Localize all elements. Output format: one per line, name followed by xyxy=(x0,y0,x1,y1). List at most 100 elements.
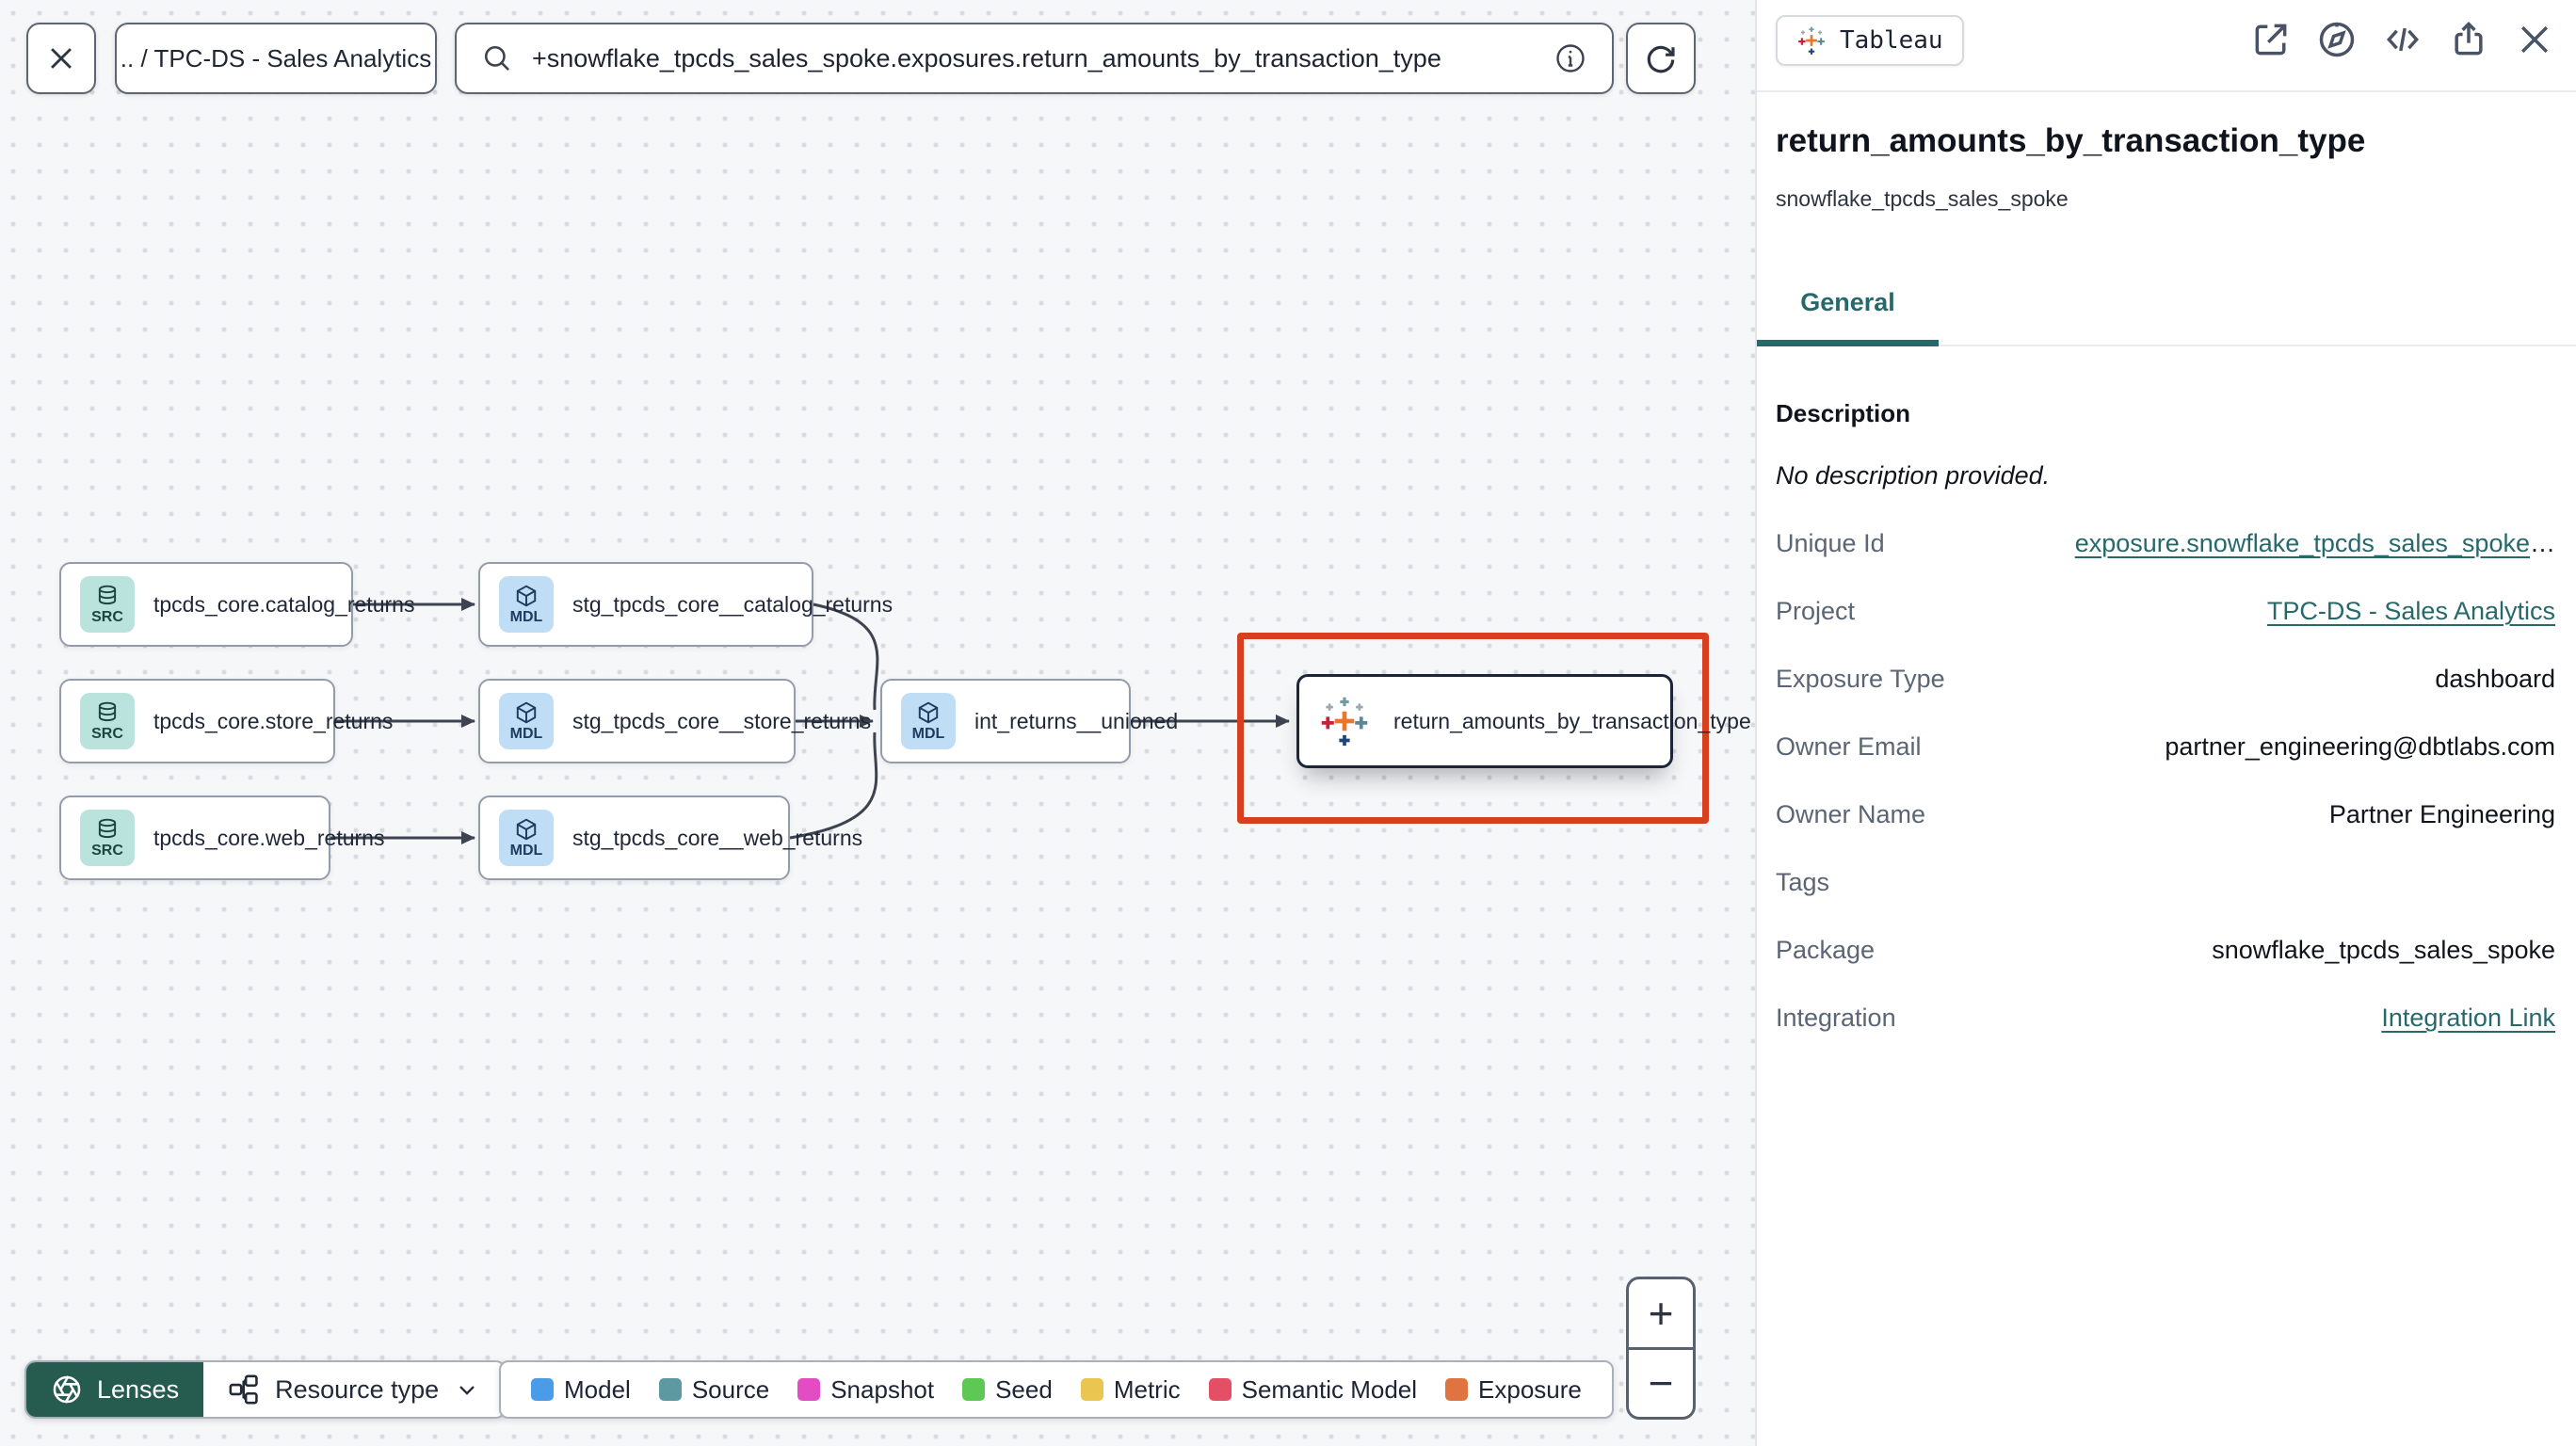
lenses-toolbar: Lenses Resource type xyxy=(24,1360,507,1419)
exposure-type-value: dashboard xyxy=(2435,665,2555,693)
field-row-integration: Integration Integration Link xyxy=(1776,1004,2555,1071)
tab-general[interactable]: General xyxy=(1757,288,1939,317)
badge-label: MDL xyxy=(509,726,543,742)
field-label: Project xyxy=(1776,597,1856,625)
details-panel: Tableau return_amounts_by_transaction_ty… xyxy=(1755,0,2576,1446)
cube-icon xyxy=(514,584,539,608)
legend-item-snapshot: Snapshot xyxy=(797,1375,934,1405)
database-icon xyxy=(95,584,120,608)
tableau-logo-icon xyxy=(1318,695,1371,747)
node-label: tpcds_core.catalog_returns xyxy=(153,591,415,617)
close-lineage-button[interactable] xyxy=(26,23,96,94)
integration-badge-tableau[interactable]: Tableau xyxy=(1776,15,1964,66)
legend-item-metric: Metric xyxy=(1080,1375,1181,1405)
legend-swatch xyxy=(1080,1378,1103,1401)
badge-label: SRC xyxy=(91,843,123,859)
legend-swatch xyxy=(531,1378,554,1401)
graph-node-src-catalog-returns[interactable]: SRC tpcds_core.catalog_returns xyxy=(59,562,414,647)
share-icon[interactable] xyxy=(2448,19,2489,60)
legend-item-seed: Seed xyxy=(962,1375,1053,1405)
field-row-package: Package snowflake_tpcds_sales_spoke xyxy=(1776,936,2555,1004)
panel-action-icons xyxy=(2250,19,2555,60)
graph-node-stg-catalog-returns[interactable]: MDL stg_tpcds_core__catalog_returns xyxy=(478,562,893,647)
database-icon xyxy=(95,700,120,725)
integration-badge-label: Tableau xyxy=(1840,26,1943,55)
model-badge: MDL xyxy=(499,693,554,749)
field-label: Owner Name xyxy=(1776,800,1926,828)
field-label: Integration xyxy=(1776,1004,1896,1032)
resource-type-legend: Model Source Snapshot Seed Metric Semant… xyxy=(499,1360,1614,1419)
zoom-in-button[interactable]: + xyxy=(1629,1279,1693,1347)
description-empty-text: No description provided. xyxy=(1776,461,2051,490)
badge-label: MDL xyxy=(509,609,543,625)
lineage-search-input[interactable]: +snowflake_tpcds_sales_spoke.exposures.r… xyxy=(455,23,1614,94)
source-badge: SRC xyxy=(80,810,135,866)
field-row-exposure-type: Exposure Type dashboard xyxy=(1776,665,2555,732)
node-label: stg_tpcds_core__web_returns xyxy=(572,825,863,850)
resource-type-dropdown[interactable]: Resource type xyxy=(203,1362,506,1417)
details-field-list: Unique Id exposure.snowflake_tpcds_sales… xyxy=(1776,529,2555,1071)
field-label: Package xyxy=(1776,936,1876,964)
open-in-new-icon[interactable] xyxy=(2250,19,2292,60)
cube-icon xyxy=(514,700,539,725)
node-label: return_amounts_by_transaction_type xyxy=(1393,708,1751,733)
node-label: tpcds_core.web_returns xyxy=(153,825,385,850)
badge-label: SRC xyxy=(91,726,123,742)
field-label: Tags xyxy=(1776,868,1830,896)
field-label: Exposure Type xyxy=(1776,665,1945,693)
breadcrumb[interactable]: .. / TPC-DS - Sales Analytics xyxy=(115,23,437,94)
close-panel-icon[interactable] xyxy=(2514,19,2555,60)
resource-package-subtitle: snowflake_tpcds_sales_spoke xyxy=(1776,186,2069,211)
lenses-label: Lenses xyxy=(97,1374,180,1404)
legend-swatch xyxy=(658,1378,682,1401)
field-row-tags: Tags xyxy=(1776,868,2555,936)
field-row-unique-id: Unique Id exposure.snowflake_tpcds_sales… xyxy=(1776,529,2555,597)
field-row-owner-email: Owner Email partner_engineering@dbtlabs.… xyxy=(1776,732,2555,800)
database-icon xyxy=(95,817,120,842)
node-label: int_returns__unioned xyxy=(974,708,1179,733)
graph-node-src-store-returns[interactable]: SRC tpcds_core.store_returns xyxy=(59,679,393,763)
integration-link[interactable]: Integration Link xyxy=(2381,1004,2555,1032)
unique-id-value: exposure.snowflake_tpcds_sales_spoke… xyxy=(2074,529,2555,557)
lineage-canvas[interactable]: SRC tpcds_core.catalog_returns MDL stg_t… xyxy=(0,0,1755,1446)
lenses-button[interactable]: Lenses xyxy=(26,1362,204,1417)
search-value: +snowflake_tpcds_sales_spoke.exposures.r… xyxy=(532,43,1441,72)
source-badge: SRC xyxy=(80,576,135,633)
explore-compass-icon[interactable] xyxy=(2316,19,2358,60)
field-row-owner-name: Owner Name Partner Engineering xyxy=(1776,800,2555,868)
badge-label: SRC xyxy=(91,609,123,625)
owner-name-value: Partner Engineering xyxy=(2328,800,2555,828)
cube-icon xyxy=(916,700,941,725)
legend-item-exposure: Exposure xyxy=(1445,1375,1582,1405)
refresh-icon xyxy=(1643,40,1679,76)
info-icon[interactable] xyxy=(1554,41,1587,75)
chevron-down-icon xyxy=(454,1376,480,1403)
graph-node-exposure-return-amounts[interactable]: return_amounts_by_transaction_type xyxy=(1296,674,1751,768)
legend-swatch xyxy=(962,1378,986,1401)
graph-node-stg-store-returns[interactable]: MDL stg_tpcds_core__store_returns xyxy=(478,679,871,763)
node-label: stg_tpcds_core__catalog_returns xyxy=(572,591,894,617)
graph-node-int-returns-unioned[interactable]: MDL int_returns__unioned xyxy=(880,679,1178,763)
breadcrumb-label: .. / TPC-DS - Sales Analytics xyxy=(120,43,432,72)
close-icon xyxy=(45,42,77,74)
package-value: snowflake_tpcds_sales_spoke xyxy=(2212,936,2555,964)
legend-swatch xyxy=(1208,1378,1232,1401)
description-heading: Description xyxy=(1776,399,1911,427)
unique-id-link[interactable]: exposure.snowflake_tpcds_sales_spoke xyxy=(2075,529,2530,557)
field-label: Owner Email xyxy=(1776,732,1922,761)
project-link[interactable]: TPC-DS - Sales Analytics xyxy=(2267,597,2555,625)
refresh-lineage-button[interactable] xyxy=(1626,23,1696,94)
legend-item-source: Source xyxy=(658,1375,769,1405)
resource-type-label: Resource type xyxy=(275,1374,440,1404)
panel-header-divider xyxy=(1757,90,2576,92)
search-icon xyxy=(481,42,513,74)
graph-node-src-web-returns[interactable]: SRC tpcds_core.web_returns xyxy=(59,795,384,880)
model-badge: MDL xyxy=(499,810,554,866)
zoom-controls: + − xyxy=(1626,1277,1696,1420)
resource-title: return_amounts_by_transaction_type xyxy=(1776,122,2366,159)
zoom-out-button[interactable]: − xyxy=(1629,1346,1693,1418)
model-badge: MDL xyxy=(499,576,554,633)
code-icon[interactable] xyxy=(2382,19,2423,60)
field-label: Unique Id xyxy=(1776,529,1885,557)
graph-node-stg-web-returns[interactable]: MDL stg_tpcds_core__web_returns xyxy=(478,795,862,880)
